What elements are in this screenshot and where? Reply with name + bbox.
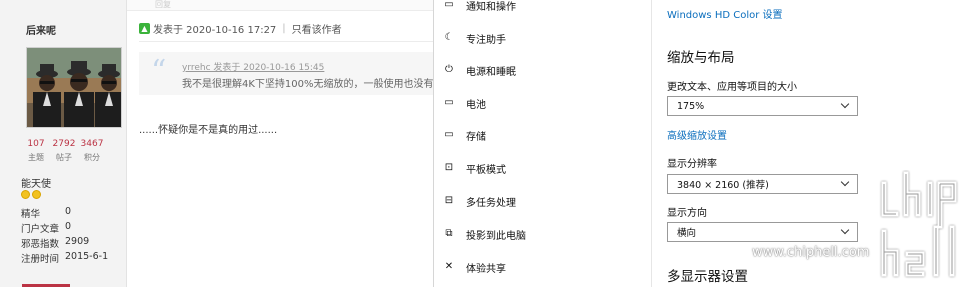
stat-label: 主题 bbox=[28, 153, 44, 162]
chiphell-watermark-logo bbox=[881, 171, 957, 277]
info-value: 2015-6-1 bbox=[65, 251, 109, 262]
author-only-link[interactable]: 只看该作者 bbox=[292, 21, 342, 36]
quote-text: 我不是很理解4K下坚持100%无缩放的，一般使用也没有 bbox=[182, 79, 434, 90]
project-icon: ⧉ bbox=[445, 228, 453, 239]
info-value: 2909 bbox=[65, 236, 90, 247]
nav-item-notifications[interactable]: ▭ 通知和操作 bbox=[434, 0, 653, 15]
medal-icon bbox=[32, 190, 41, 199]
user-rank: 能天使 bbox=[21, 179, 51, 190]
nav-item-focus-assist[interactable]: ☾ 专注助手 bbox=[434, 28, 653, 48]
tablet-icon: ⊡ bbox=[444, 162, 454, 173]
resolution-value: 3840 × 2160 (推荐) bbox=[677, 180, 769, 191]
nav-label: 电源和睡眠 bbox=[466, 66, 516, 78]
advanced-scaling-link[interactable]: 高级缩放设置 bbox=[667, 127, 727, 142]
hd-color-link[interactable]: Windows HD Color 设置 bbox=[667, 6, 783, 21]
multitask-icon: ⊟ bbox=[444, 195, 454, 206]
watermark-url: www.chiphell.com bbox=[752, 245, 870, 260]
orientation-dropdown[interactable]: 横向 bbox=[667, 222, 858, 242]
nav-label: 投影到此电脑 bbox=[466, 230, 526, 242]
stat-topics[interactable]: 107 主题 bbox=[22, 139, 50, 163]
info-value: 0 bbox=[65, 206, 72, 217]
chevron-down-icon bbox=[840, 177, 850, 187]
quote-mark-icon: “ bbox=[151, 54, 167, 89]
post-body: ......怀疑你是不是真的用过...... bbox=[139, 125, 278, 136]
nav-label: 体验共享 bbox=[466, 263, 506, 275]
nav-item-project-to-pc[interactable]: ⧉ 投影到此电脑 bbox=[434, 224, 653, 244]
scale-label: 更改文本、应用等项目的大小 bbox=[667, 82, 797, 93]
medal-icon bbox=[21, 190, 30, 199]
online-status-icon: ▲ bbox=[139, 23, 150, 34]
info-key: 门户文章 bbox=[21, 224, 60, 235]
nav-item-battery[interactable]: ▭ 电池 bbox=[434, 93, 653, 113]
scale-heading: 缩放与布局 bbox=[667, 50, 735, 66]
previous-post-strip: 回复 bbox=[127, 0, 433, 11]
avatar[interactable] bbox=[26, 47, 122, 128]
nav-item-power-sleep[interactable]: ⏻ 电源和睡眠 bbox=[434, 60, 653, 80]
nav-label: 多任务处理 bbox=[466, 197, 516, 209]
power-icon: ⏻ bbox=[445, 64, 453, 75]
reply-link[interactable]: 回复 bbox=[155, 0, 171, 10]
scale-dropdown[interactable]: 175% bbox=[667, 96, 858, 116]
post-divider bbox=[139, 41, 433, 42]
battery-icon: ▭ bbox=[444, 97, 454, 108]
user-panel: 后来呢 107 主题 2792 帖子 3467 积分 能天使 精华 0 门户文章… bbox=[0, 0, 127, 287]
multi-display-heading: 多显示器设置 bbox=[667, 269, 748, 285]
stat-value: 107 bbox=[27, 139, 45, 149]
stat-value: 2792 bbox=[52, 139, 76, 149]
info-key: 精华 bbox=[21, 209, 41, 220]
post-meta: ▲ 发表于 2020-10-16 17:27 | 只看该作者 bbox=[139, 21, 342, 36]
share-icon: ✕ bbox=[444, 261, 454, 272]
stat-value: 3467 bbox=[80, 139, 104, 149]
meta-separator: | bbox=[282, 23, 286, 34]
user-info: 精华 0 门户文章 0 邪恶指数 2909 注册时间 2015-6-1 bbox=[21, 206, 108, 266]
stat-label: 积分 bbox=[84, 153, 100, 162]
orientation-label: 显示方向 bbox=[667, 208, 707, 219]
info-key: 注册时间 bbox=[21, 254, 60, 265]
avatar-image bbox=[27, 48, 121, 127]
scale-value: 175% bbox=[677, 100, 705, 112]
quote-block: “ yrrehc 发表于 2020-10-16 15:45 我不是很理解4K下坚… bbox=[139, 52, 434, 95]
info-value: 0 bbox=[65, 221, 72, 232]
nav-label: 平板模式 bbox=[466, 164, 506, 176]
chevron-down-icon bbox=[840, 225, 850, 235]
resolution-dropdown[interactable]: 3840 × 2160 (推荐) bbox=[667, 174, 858, 194]
storage-icon: ▭ bbox=[444, 129, 454, 140]
user-stats: 107 主题 2792 帖子 3467 积分 bbox=[22, 139, 106, 163]
stat-points[interactable]: 3467 积分 bbox=[78, 139, 106, 163]
username[interactable]: 后来呢 bbox=[26, 22, 56, 37]
nav-label: 电池 bbox=[466, 99, 486, 111]
nav-label: 专注助手 bbox=[466, 34, 506, 46]
screenshot-root: 后来呢 107 主题 2792 帖子 3467 积分 能天使 精华 0 门户文章… bbox=[0, 0, 980, 287]
post-time: 发表于 2020-10-16 17:27 bbox=[153, 25, 277, 36]
chevron-down-icon bbox=[840, 99, 850, 109]
stat-label: 帖子 bbox=[56, 153, 72, 162]
nav-item-tablet-mode[interactable]: ⊡ 平板模式 bbox=[434, 158, 653, 178]
resolution-label: 显示分辨率 bbox=[667, 159, 717, 170]
nav-item-storage[interactable]: ▭ 存储 bbox=[434, 125, 653, 145]
notification-icon: ▭ bbox=[444, 0, 454, 10]
info-row: 邪恶指数 2909 bbox=[21, 236, 108, 251]
moon-icon: ☾ bbox=[444, 32, 454, 43]
info-row: 精华 0 bbox=[21, 206, 108, 221]
stat-posts[interactable]: 2792 帖子 bbox=[50, 139, 78, 163]
nav-label: 存储 bbox=[466, 131, 486, 143]
settings-nav: ▭ 通知和操作 ☾ 专注助手 ⏻ 电源和睡眠 ▭ 电池 ▭ 存储 ⊡ 平板模式 … bbox=[433, 0, 652, 287]
nav-item-multitasking[interactable]: ⊟ 多任务处理 bbox=[434, 191, 653, 211]
quote-author-link[interactable]: yrrehc 发表于 2020-10-16 15:45 bbox=[182, 60, 324, 73]
nav-item-shared-experiences[interactable]: ✕ 体验共享 bbox=[434, 257, 653, 277]
info-key: 邪恶指数 bbox=[21, 239, 60, 250]
orientation-value: 横向 bbox=[677, 228, 697, 239]
info-row: 门户文章 0 bbox=[21, 221, 108, 236]
medals bbox=[21, 190, 41, 199]
nav-label: 通知和操作 bbox=[466, 1, 516, 13]
info-row: 注册时间 2015-6-1 bbox=[21, 251, 108, 266]
forum-post: 回复 ▲ 发表于 2020-10-16 17:27 | 只看该作者 “ yrre… bbox=[127, 0, 434, 287]
